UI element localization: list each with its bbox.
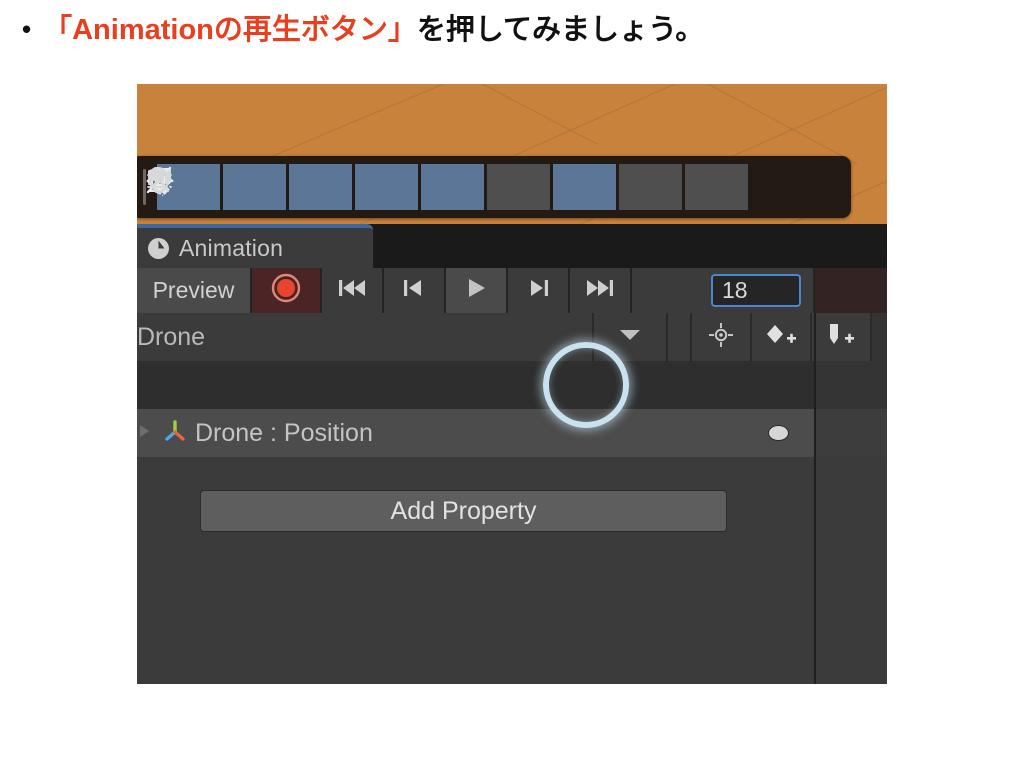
animation-body: Add Property [137, 457, 887, 684]
keyframe-dot-icon[interactable] [768, 425, 789, 441]
preview-toggle-button[interactable]: Preview [137, 268, 252, 313]
skip-forward-icon [584, 277, 616, 304]
clip-row-tail [872, 313, 887, 361]
add-event-icon [824, 321, 858, 354]
first-frame-button[interactable] [322, 268, 384, 313]
scene-gizmo-toolbar [137, 156, 851, 218]
property-row-left[interactable]: Drone : Position [137, 409, 816, 457]
table-row[interactable]: Drone : Position [137, 409, 887, 457]
tab-animation-label: Animation [179, 235, 283, 262]
curve-header-right [816, 361, 887, 409]
record-mode-strip [815, 268, 887, 313]
skip-backward-icon [336, 277, 368, 304]
transform-axis-icon [162, 418, 188, 449]
scene-view[interactable] [137, 84, 887, 230]
previous-keyframe-button[interactable] [384, 268, 446, 313]
last-frame-button[interactable] [570, 268, 632, 313]
property-row-right [816, 409, 887, 457]
clip-dropdown-button[interactable] [594, 313, 668, 361]
camera-toggle-button[interactable] [619, 164, 682, 210]
record-button[interactable] [252, 268, 322, 313]
play-icon [463, 276, 489, 305]
property-label: Drone : Position [195, 419, 373, 448]
add-property-button[interactable]: Add Property [200, 490, 727, 532]
tab-animation[interactable]: Animation [137, 224, 373, 268]
record-icon [269, 271, 303, 310]
curve-header-row [137, 361, 887, 409]
play-button[interactable] [446, 268, 508, 313]
zoom-tool-button[interactable] [487, 164, 550, 210]
scene-visibility-toggle-button[interactable] [685, 164, 748, 210]
animation-clip-row: Drone [137, 313, 887, 361]
audio-mixer-toggle-button[interactable] [223, 164, 286, 210]
target-icon [707, 321, 735, 354]
panel-divider [814, 313, 816, 684]
foldout-arrow-icon[interactable] [137, 420, 155, 447]
animation-window: Animation Preview [137, 224, 887, 684]
curve-header-left [137, 361, 816, 409]
lighting-toggle-button[interactable] [355, 164, 418, 210]
unity-editor-screenshot: Animation Preview [137, 84, 887, 684]
next-keyframe-button[interactable] [508, 268, 570, 313]
filter-button[interactable] [692, 313, 752, 361]
clock-icon [147, 237, 170, 260]
frame-input[interactable]: 18 [711, 274, 801, 307]
step-forward-icon [525, 277, 551, 304]
clip-name-label[interactable]: Drone [137, 313, 594, 361]
animation-tab-strip: Animation [137, 224, 887, 268]
add-keyframe-icon [764, 321, 798, 354]
bullet-icon: • [22, 12, 31, 47]
particles-toggle-button[interactable] [421, 164, 484, 210]
add-event-button[interactable] [812, 313, 872, 361]
add-keyframe-button[interactable] [752, 313, 812, 361]
timeline-frame-zone[interactable]: 18 [632, 268, 815, 313]
curves-area[interactable] [816, 457, 887, 684]
heading-highlight-text: 「Animationの再生ボタン」 [43, 14, 417, 46]
animation-playback-toolbar: Preview [137, 268, 887, 313]
step-backward-icon [401, 277, 427, 304]
clip-row-spacer [668, 313, 692, 361]
heading-rest-text: を押してみましょう。 [417, 14, 704, 46]
gizmos-toggle-button[interactable] [553, 164, 616, 210]
property-list-area: Add Property [137, 457, 816, 684]
page-title: • 「Animationの再生ボタン」を押してみましょう。 [22, 12, 1002, 48]
chevron-down-icon [620, 328, 640, 346]
effects-toggle-button[interactable] [289, 164, 352, 210]
